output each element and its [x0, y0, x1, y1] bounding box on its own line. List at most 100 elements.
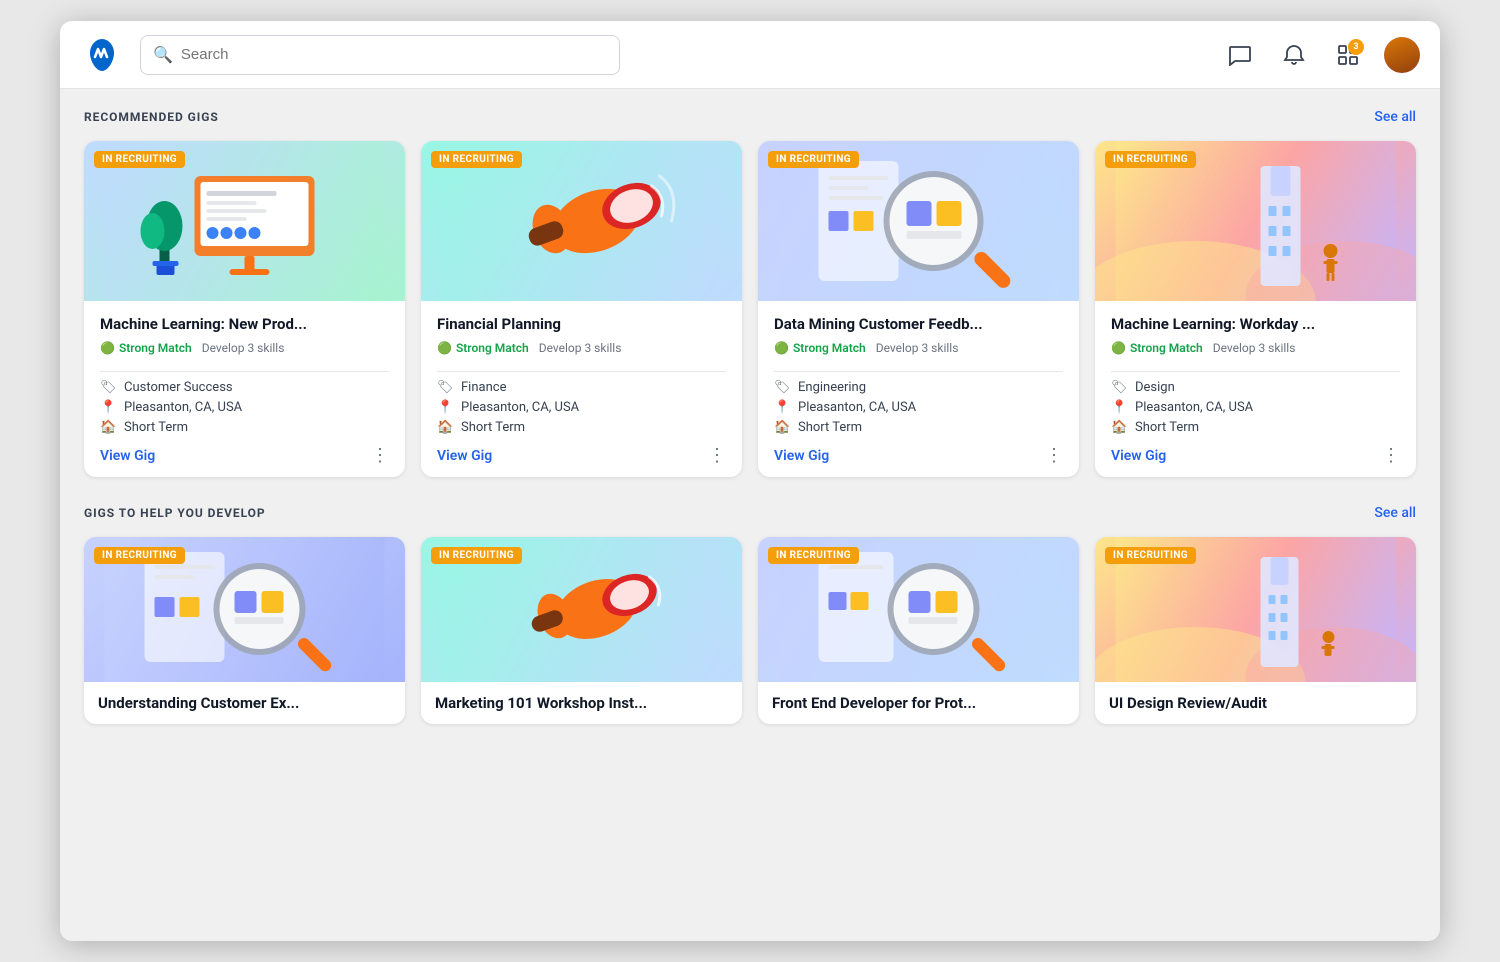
card-title-2: Financial Planning	[437, 315, 726, 335]
card-menu-4[interactable]: ⋮	[1382, 447, 1400, 465]
gig-card-2: IN RECRUITING	[421, 141, 742, 477]
meta-category-2: 🏷 Finance	[437, 380, 726, 395]
home-icon-3: 🏠	[774, 420, 790, 435]
section-title-develop: GIGS TO HELP YOU DEVELOP	[84, 506, 266, 520]
meta-location-3: 📍 Pleasanton, CA, USA	[774, 400, 1063, 415]
card-meta-4: 🏷 Design 📍 Pleasanton, CA, USA 🏠 Short T…	[1111, 380, 1400, 435]
card-menu-3[interactable]: ⋮	[1045, 447, 1063, 465]
recruiting-badge-5: IN RECRUITING	[94, 547, 185, 564]
divider-2	[437, 371, 726, 372]
section-title-recommended: RECOMMENDED GIGS	[84, 110, 219, 124]
search-bar[interactable]: 🔍	[140, 35, 620, 75]
meta-term-2: 🏠 Short Term	[437, 420, 726, 435]
tag-icon-3: 🏷	[774, 380, 790, 395]
card-image-6: IN RECRUITING	[421, 537, 742, 682]
match-icon-4: 🟢	[1111, 341, 1126, 355]
divider-1	[100, 371, 389, 372]
view-gig-2[interactable]: View Gig	[437, 448, 492, 464]
recruiting-badge-3: IN RECRUITING	[768, 151, 859, 168]
user-avatar[interactable]	[1384, 37, 1420, 73]
meta-term-4: 🏠 Short Term	[1111, 420, 1400, 435]
card-bottom-body-7: Front End Developer for Prot...	[758, 682, 1079, 724]
develop-text-1: Develop 3 skills	[202, 341, 285, 355]
develop-cards-grid: IN RECRUITING	[84, 537, 1416, 724]
develop-text-4: Develop 3 skills	[1213, 341, 1296, 355]
apps-button[interactable]: 3	[1330, 37, 1366, 73]
card-match-row-1: 🟢 Strong Match Develop 3 skills	[100, 341, 389, 355]
card-body-2: Financial Planning 🟢 Strong Match Develo…	[421, 301, 742, 477]
meta-term-3: 🏠 Short Term	[774, 420, 1063, 435]
section-header-recommended: RECOMMENDED GIGS See all	[84, 109, 1416, 125]
location-icon-1: 📍	[100, 400, 116, 415]
location-icon-3: 📍	[774, 400, 790, 415]
recruiting-badge-2: IN RECRUITING	[431, 151, 522, 168]
apps-badge: 3	[1348, 39, 1364, 55]
card-image-4: IN RECRUITING	[1095, 141, 1416, 301]
card-match-row-4: 🟢 Strong Match Develop 3 skills	[1111, 341, 1400, 355]
card-body-3: Data Mining Customer Feedb... 🟢 Strong M…	[758, 301, 1079, 477]
main-content: RECOMMENDED GIGS See all IN RECRUITING	[60, 89, 1440, 941]
card-bottom-body-6: Marketing 101 Workshop Inst...	[421, 682, 742, 724]
gig-card-5: IN RECRUITING	[84, 537, 405, 724]
recruiting-badge-4: IN RECRUITING	[1105, 151, 1196, 168]
card-bottom-title-7: Front End Developer for Prot...	[772, 694, 1065, 712]
divider-4	[1111, 371, 1400, 372]
notifications-button[interactable]	[1276, 37, 1312, 73]
card-image-2: IN RECRUITING	[421, 141, 742, 301]
card-footer-1: View Gig ⋮	[100, 447, 389, 465]
app-window: 🔍 3	[60, 21, 1440, 941]
recruiting-badge-1: IN RECRUITING	[94, 151, 185, 168]
card-image-5: IN RECRUITING	[84, 537, 405, 682]
strong-match-3: 🟢 Strong Match	[774, 341, 866, 355]
strong-match-1: 🟢 Strong Match	[100, 341, 192, 355]
meta-term-1: 🏠 Short Term	[100, 420, 389, 435]
card-menu-2[interactable]: ⋮	[708, 447, 726, 465]
meta-category-3: 🏷 Engineering	[774, 380, 1063, 395]
card-image-8: IN RECRUITING	[1095, 537, 1416, 682]
divider-3	[774, 371, 1063, 372]
meta-category-4: 🏷 Design	[1111, 380, 1400, 395]
see-all-recommended[interactable]: See all	[1374, 109, 1416, 125]
card-bottom-title-6: Marketing 101 Workshop Inst...	[435, 694, 728, 712]
gig-card-8: IN RECRUITING	[1095, 537, 1416, 724]
card-bottom-body-8: UI Design Review/Audit	[1095, 682, 1416, 724]
card-menu-1[interactable]: ⋮	[371, 447, 389, 465]
card-image-1: IN RECRUITING	[84, 141, 405, 301]
card-footer-3: View Gig ⋮	[774, 447, 1063, 465]
match-icon-3: 🟢	[774, 341, 789, 355]
card-body-1: Machine Learning: New Prod... 🟢 Strong M…	[84, 301, 405, 477]
section-header-develop: GIGS TO HELP YOU DEVELOP See all	[84, 505, 1416, 521]
meta-location-4: 📍 Pleasanton, CA, USA	[1111, 400, 1400, 415]
match-icon-2: 🟢	[437, 341, 452, 355]
gig-card-4: IN RECRUITING	[1095, 141, 1416, 477]
gig-card-7: IN RECRUITING	[758, 537, 1079, 724]
location-icon-4: 📍	[1111, 400, 1127, 415]
meta-location-1: 📍 Pleasanton, CA, USA	[100, 400, 389, 415]
card-image-3: IN RECRUITING	[758, 141, 1079, 301]
tag-icon-1: 🏷	[100, 380, 116, 395]
home-icon-1: 🏠	[100, 420, 116, 435]
gig-card-6: IN RECRUITING	[421, 537, 742, 724]
card-match-row-2: 🟢 Strong Match Develop 3 skills	[437, 341, 726, 355]
card-footer-2: View Gig ⋮	[437, 447, 726, 465]
card-title-4: Machine Learning: Workday ...	[1111, 315, 1400, 335]
messages-button[interactable]	[1222, 37, 1258, 73]
see-all-develop[interactable]: See all	[1374, 505, 1416, 521]
recommended-cards-grid: IN RECRUITING	[84, 141, 1416, 477]
location-icon-2: 📍	[437, 400, 453, 415]
header-icons: 3	[1222, 37, 1420, 73]
strong-match-2: 🟢 Strong Match	[437, 341, 529, 355]
card-footer-4: View Gig ⋮	[1111, 447, 1400, 465]
home-icon-2: 🏠	[437, 420, 453, 435]
card-title-3: Data Mining Customer Feedb...	[774, 315, 1063, 335]
search-input[interactable]	[181, 46, 607, 63]
view-gig-4[interactable]: View Gig	[1111, 448, 1166, 464]
gig-card-3: IN RECRUITING	[758, 141, 1079, 477]
view-gig-1[interactable]: View Gig	[100, 448, 155, 464]
card-meta-3: 🏷 Engineering 📍 Pleasanton, CA, USA 🏠 Sh…	[774, 380, 1063, 435]
recruiting-badge-8: IN RECRUITING	[1105, 547, 1196, 564]
card-bottom-title-5: Understanding Customer Ex...	[98, 694, 391, 712]
card-match-row-3: 🟢 Strong Match Develop 3 skills	[774, 341, 1063, 355]
view-gig-3[interactable]: View Gig	[774, 448, 829, 464]
develop-text-3: Develop 3 skills	[876, 341, 959, 355]
